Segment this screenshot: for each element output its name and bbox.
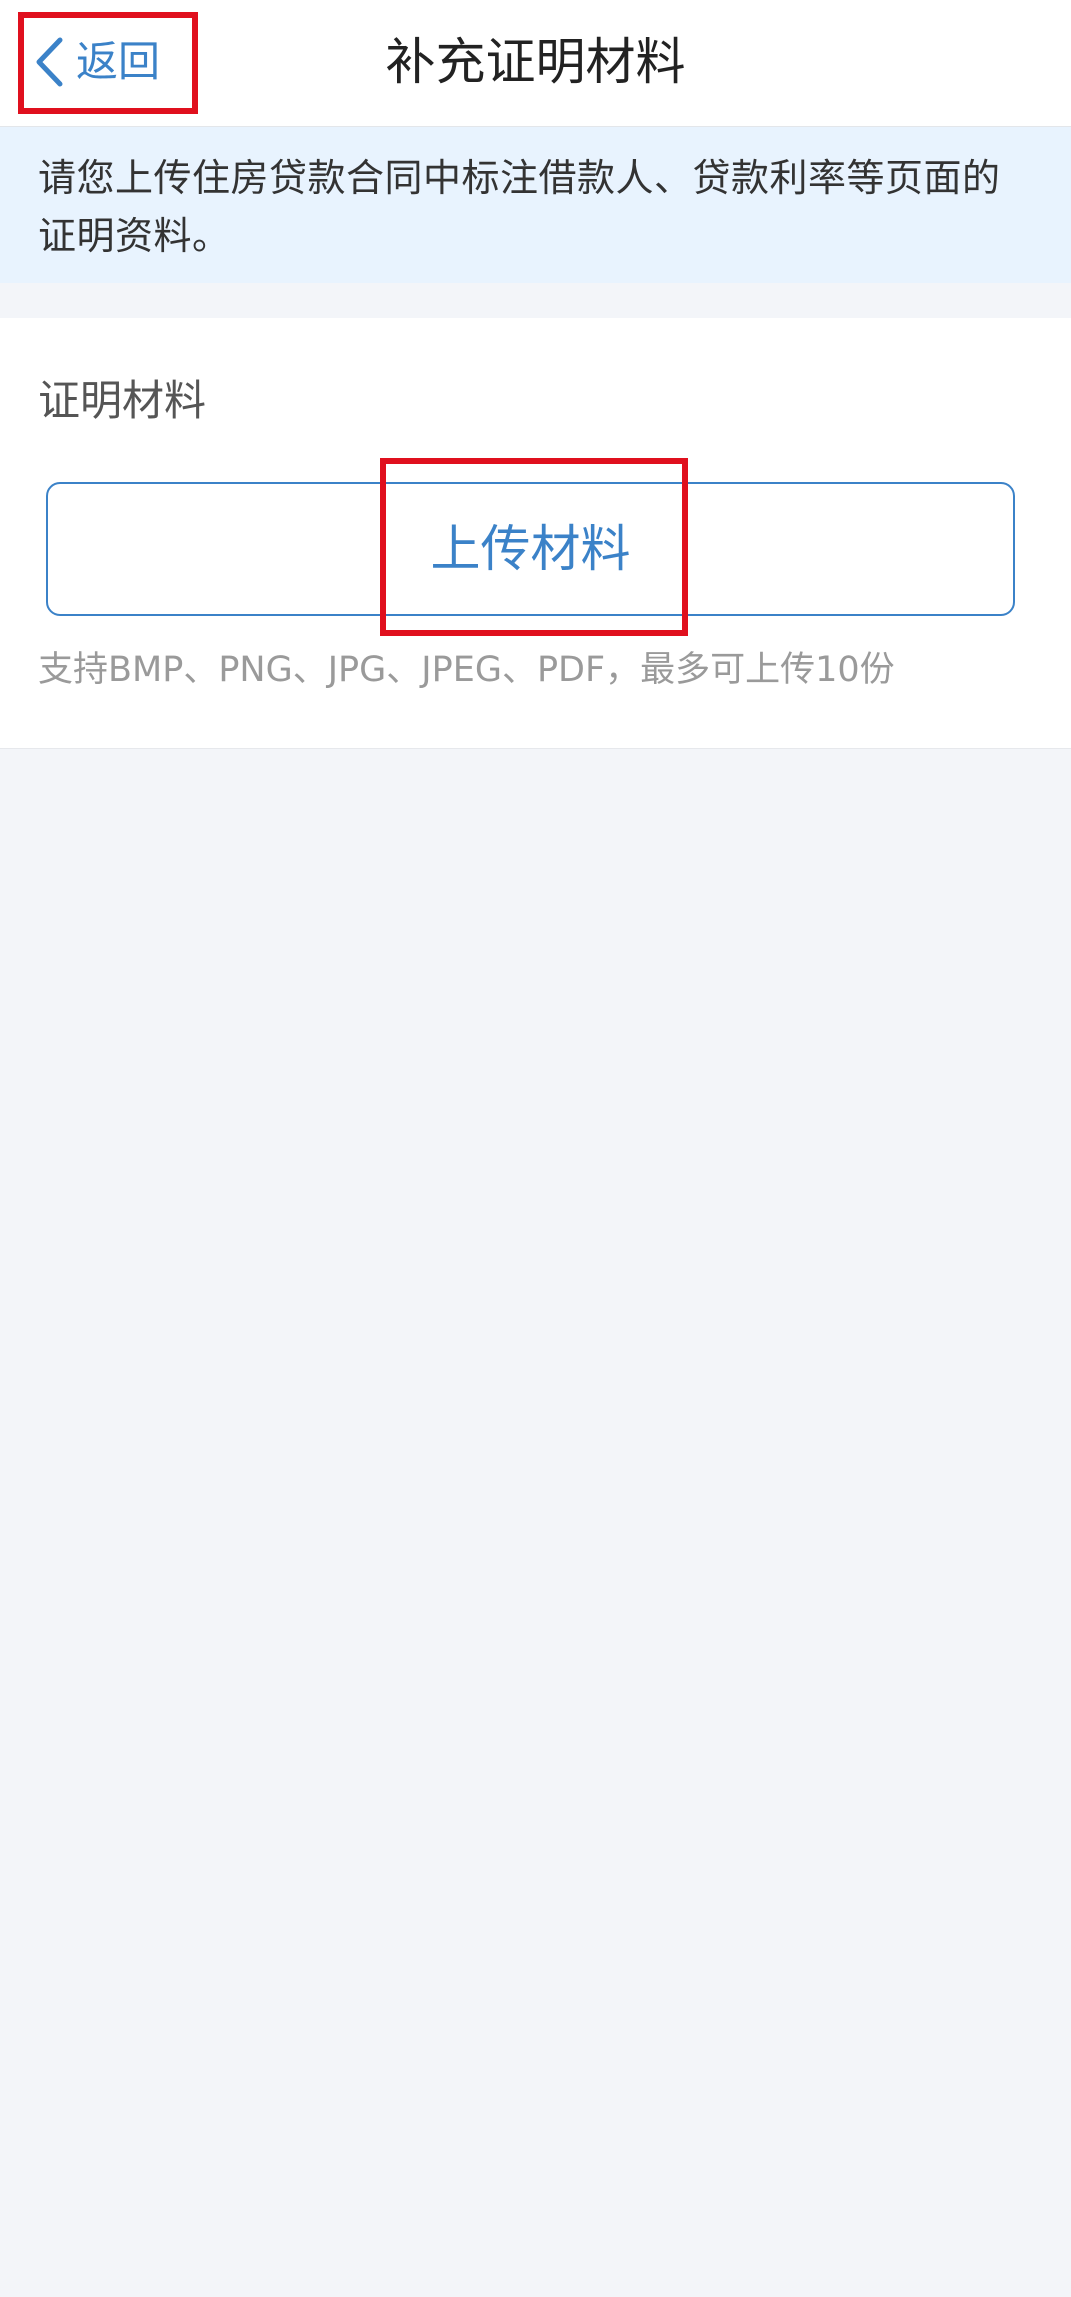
materials-card: 证明材料 上传材料 支持BMP、PNG、JPG、JPEG、PDF，最多可上传10…	[0, 318, 1071, 749]
upload-hint: 支持BMP、PNG、JPG、JPEG、PDF，最多可上传10份	[38, 650, 895, 690]
notice-text: 请您上传住房贷款合同中标注借款人、贷款利率等页面的证明资料。	[38, 156, 1001, 258]
upload-button[interactable]: 上传材料	[46, 482, 1015, 616]
upload-button-label: 上传材料	[430, 520, 631, 578]
section-label: 证明材料	[38, 376, 207, 425]
navigation-bar: 返回 补充证明材料	[0, 0, 1071, 127]
page-title: 补充证明材料	[385, 33, 686, 91]
notice-banner: 请您上传住房贷款合同中标注借款人、贷款利率等页面的证明资料。	[0, 127, 1071, 283]
